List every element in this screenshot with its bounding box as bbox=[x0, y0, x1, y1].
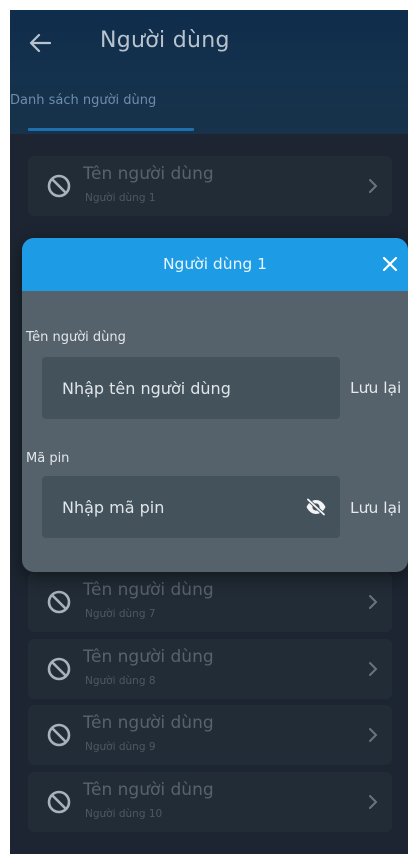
close-icon bbox=[382, 256, 398, 272]
username-input[interactable] bbox=[42, 357, 340, 419]
pin-label: Mã pin bbox=[26, 451, 70, 466]
ban-icon bbox=[47, 174, 71, 198]
close-button[interactable] bbox=[376, 250, 404, 278]
save-pin-button[interactable]: Lưu lại bbox=[350, 499, 401, 517]
tab-indicator bbox=[28, 128, 194, 131]
list-item[interactable]: Tên người dùng Người dùng 1 bbox=[28, 156, 392, 216]
app-bar: Người dùng Danh sách người dùng bbox=[10, 10, 408, 134]
list-item-subtitle: Người dùng 1 bbox=[85, 192, 156, 204]
list-item-subtitle: Người dùng 9 bbox=[85, 741, 156, 753]
list-item[interactable]: Tên người dùng Người dùng 7 bbox=[28, 572, 392, 632]
back-button[interactable] bbox=[22, 26, 58, 60]
pin-field-box bbox=[42, 476, 340, 538]
list-item-subtitle: Người dùng 10 bbox=[85, 808, 163, 820]
app-screen: Người dùng Danh sách người dùng Tên ngườ… bbox=[10, 10, 408, 854]
toggle-pin-visibility-button[interactable] bbox=[304, 496, 328, 518]
pin-input[interactable] bbox=[42, 476, 340, 538]
list-item-subtitle: Người dùng 7 bbox=[85, 608, 156, 620]
list-item[interactable]: Tên người dùng Người dùng 8 bbox=[28, 639, 392, 699]
list-item[interactable]: Tên người dùng Người dùng 9 bbox=[28, 705, 392, 765]
eye-off-icon bbox=[306, 498, 326, 516]
list-item[interactable]: Tên người dùng Người dùng 10 bbox=[28, 772, 392, 832]
arrow-left-icon bbox=[29, 33, 51, 53]
chevron-right-icon bbox=[369, 795, 378, 809]
dialog-header: Người dùng 1 bbox=[22, 238, 408, 291]
list-item-subtitle: Người dùng 8 bbox=[85, 675, 156, 687]
chevron-right-icon bbox=[369, 595, 378, 609]
ban-icon bbox=[47, 723, 71, 747]
list-item-title: Tên người dùng bbox=[83, 164, 214, 184]
chevron-right-icon bbox=[369, 179, 378, 193]
page-title: Người dùng bbox=[100, 28, 230, 53]
username-label: Tên người dùng bbox=[26, 330, 126, 345]
username-field-box bbox=[42, 357, 340, 419]
chevron-right-icon bbox=[369, 728, 378, 742]
chevron-right-icon bbox=[369, 662, 378, 676]
save-username-button[interactable]: Lưu lại bbox=[350, 379, 401, 397]
ban-icon bbox=[47, 790, 71, 814]
user-edit-dialog: Người dùng 1 Tên người dùng Lưu lại Mã p… bbox=[22, 238, 408, 572]
tab-user-list[interactable]: Danh sách người dùng bbox=[10, 93, 156, 108]
dialog-title: Người dùng 1 bbox=[162, 255, 268, 273]
ban-icon bbox=[47, 590, 71, 614]
list-item-title: Tên người dùng bbox=[83, 580, 214, 600]
list-item-title: Tên người dùng bbox=[83, 780, 214, 800]
list-item-title: Tên người dùng bbox=[83, 713, 214, 733]
list-item-title: Tên người dùng bbox=[83, 647, 214, 667]
ban-icon bbox=[47, 657, 71, 681]
